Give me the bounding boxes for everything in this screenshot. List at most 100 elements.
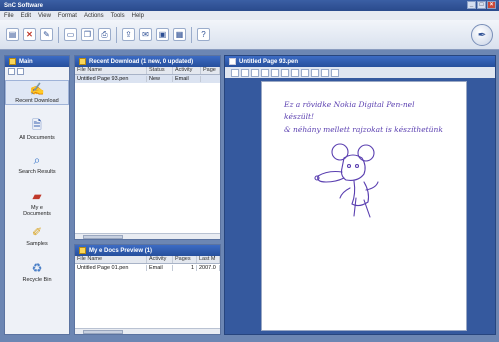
pen-tool-icon[interactable]	[291, 68, 299, 77]
preview-title: My e Docs Preview (1)	[89, 247, 153, 254]
export-icon[interactable]: ⇪	[122, 28, 135, 41]
menu-tools[interactable]: Tools	[111, 13, 125, 19]
documents-icon: 🗎	[32, 117, 42, 132]
zoom-out-icon[interactable]	[241, 68, 249, 77]
color-icon[interactable]	[321, 68, 329, 77]
sidebar-item-search-results[interactable]: ⌕ Search Results	[5, 152, 69, 176]
sidebar: Main ✍ Recent Download 🗎 All Documents ⌕…	[4, 55, 70, 335]
table-row[interactable]: Untitled Page 93.pen New Email	[75, 75, 220, 83]
help-icon[interactable]: ?	[197, 28, 210, 41]
minimize-button[interactable]: _	[467, 1, 476, 9]
print-icon[interactable]	[331, 68, 339, 77]
column-header[interactable]: Status	[147, 67, 173, 74]
app-logo: ✒	[471, 24, 493, 46]
column-header[interactable]: Activity	[173, 67, 201, 74]
sidebar-item-label: Recycle Bin	[22, 277, 52, 283]
save-icon[interactable]: ▤	[6, 28, 19, 41]
table-header: File Name Activity Pages Last M	[75, 256, 220, 264]
mail-icon[interactable]: ✉	[139, 28, 152, 41]
recycle-bin-icon: ♻	[31, 261, 43, 275]
document-viewer: Untitled Page 93.pen Ez a rövidke Nokia …	[224, 55, 496, 335]
sidebar-tools	[5, 67, 69, 76]
sidebar-item-recent-download[interactable]: ✍ Recent Download	[5, 80, 69, 105]
cell-last-modified: 2007.0	[197, 265, 220, 271]
table-header: File Name Status Activity Page	[75, 67, 220, 75]
grid-view-icon[interactable]	[8, 68, 15, 75]
samples-icon: ✐	[31, 225, 43, 239]
menu-bar: File Edit View Format Actions Tools Help	[0, 11, 499, 20]
close-button[interactable]: ×	[487, 1, 496, 9]
pen-icon	[79, 58, 86, 65]
sidebar-header: Main	[5, 56, 69, 67]
fit-page-icon[interactable]	[251, 68, 259, 77]
zoom-in-icon[interactable]	[231, 68, 239, 77]
toolbar-divider	[58, 26, 59, 43]
menu-view[interactable]: View	[38, 13, 51, 19]
recent-download-panel: Recent Download (1 new, 0 updated) File …	[74, 55, 221, 240]
document-page: Ez a rövidke Nokia Digital Pen-nel készü…	[261, 81, 467, 331]
sidebar-title: Main	[19, 58, 33, 65]
cell-file-name: Untitled Page 93.pen	[75, 76, 147, 82]
cell-activity: Email	[173, 76, 201, 82]
column-header[interactable]: Pages	[173, 256, 197, 263]
folder-icon: ▰	[32, 189, 42, 203]
viewer-toolbar	[225, 67, 495, 78]
horizontal-scrollbar[interactable]	[75, 328, 220, 334]
next-page-icon[interactable]	[281, 68, 289, 77]
column-header[interactable]: Page	[201, 67, 220, 74]
preview-panel: My e Docs Preview (1) File Name Activity…	[74, 244, 221, 335]
cell-status: New	[147, 76, 173, 82]
folder-icon	[9, 58, 16, 65]
delete-icon[interactable]: ✕	[23, 28, 36, 41]
search-icon: ⌕	[33, 152, 41, 167]
title-bar: SnC Software _ □ ×	[0, 0, 499, 11]
column-header[interactable]: Last M	[197, 256, 220, 263]
preview-header: My e Docs Preview (1)	[75, 245, 220, 256]
sidebar-item-label: Recent Download	[15, 98, 59, 104]
menu-help[interactable]: Help	[132, 13, 144, 19]
folder-icon[interactable]: ▣	[156, 28, 169, 41]
mouse-drawing	[314, 143, 379, 218]
preview-table: File Name Activity Pages Last M Untitled…	[75, 256, 220, 272]
column-header[interactable]: File Name	[75, 256, 147, 263]
print-icon[interactable]: ⎙	[98, 28, 111, 41]
menu-actions[interactable]: Actions	[84, 13, 104, 19]
list-view-icon[interactable]	[17, 68, 24, 75]
eraser-icon[interactable]	[311, 68, 319, 77]
menu-edit[interactable]: Edit	[21, 13, 31, 19]
pen-icon	[79, 247, 86, 254]
sidebar-item-label: Samples	[26, 241, 48, 247]
table-row[interactable]: Untitled Page 01.pen Email 1 2007.0	[75, 264, 220, 272]
toolbar-divider	[116, 26, 117, 43]
horizontal-scrollbar[interactable]	[75, 233, 220, 239]
column-header[interactable]: Activity	[147, 256, 173, 263]
column-header[interactable]: File Name	[75, 67, 147, 74]
rotate-icon[interactable]	[261, 68, 269, 77]
pen-icon[interactable]: ✎	[40, 28, 53, 41]
sidebar-item-label: Search Results	[18, 169, 56, 175]
highlight-icon[interactable]	[301, 68, 309, 77]
window-title: SnC Software	[4, 2, 44, 9]
sidebar-item-label: All Documents	[19, 135, 55, 141]
recent-download-table: File Name Status Activity Page Untitled …	[75, 67, 220, 83]
pen-icon: ✍	[29, 82, 45, 96]
handwriting-line: & néhány mellett rajzokat is készíthetün…	[284, 125, 443, 134]
handwriting-line: készült!	[284, 112, 315, 121]
recent-download-header: Recent Download (1 new, 0 updated)	[75, 56, 220, 67]
menu-file[interactable]: File	[4, 13, 14, 19]
sidebar-item-all-documents[interactable]: 🗎 All Documents	[5, 117, 69, 142]
sidebar-item-my-e-documents[interactable]: ▰ My e Documents	[5, 188, 69, 217]
sidebar-item-recycle-bin[interactable]: ♻ Recycle Bin	[5, 260, 69, 283]
toolbar: ▤ ✕ ✎ ▭ ❐ ⎙ ⇪ ✉ ▣ ▦ ?	[0, 20, 499, 50]
maximize-button[interactable]: □	[477, 1, 486, 9]
menu-format[interactable]: Format	[58, 13, 77, 19]
handwriting-line: Ez a rövidke Nokia Digital Pen-nel	[284, 100, 415, 109]
image-icon[interactable]: ▦	[173, 28, 186, 41]
prev-page-icon[interactable]	[271, 68, 279, 77]
document-icon[interactable]: ▭	[64, 28, 77, 41]
copy-icon[interactable]: ❐	[81, 28, 94, 41]
viewer-header: Untitled Page 93.pen	[225, 56, 495, 67]
viewer-title: Untitled Page 93.pen	[239, 58, 299, 65]
sidebar-item-samples[interactable]: ✐ Samples	[5, 224, 69, 247]
cell-pages: 1	[173, 265, 197, 271]
